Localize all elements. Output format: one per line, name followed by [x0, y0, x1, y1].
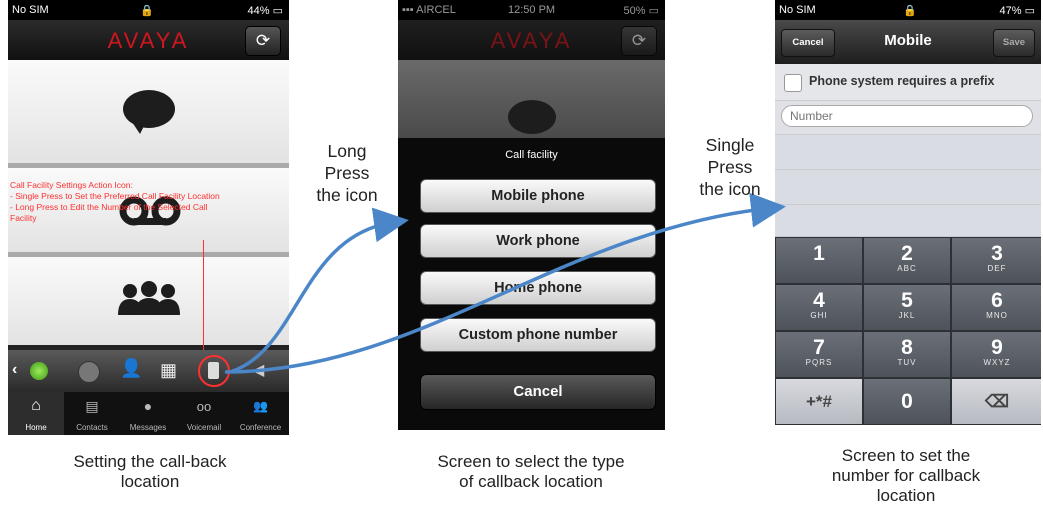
- flow-arrows: [224, 192, 786, 374]
- long-press-label: Long Press the icon: [316, 141, 378, 205]
- single-press-label: Single Press the icon: [699, 135, 761, 199]
- caption-home: Setting the call-back location: [73, 452, 227, 491]
- caption-set-number: Screen to set the number for callback lo…: [831, 446, 981, 505]
- caption-select-type: Screen to select the type of callback lo…: [437, 452, 625, 491]
- long-press-arrow: [229, 207, 409, 374]
